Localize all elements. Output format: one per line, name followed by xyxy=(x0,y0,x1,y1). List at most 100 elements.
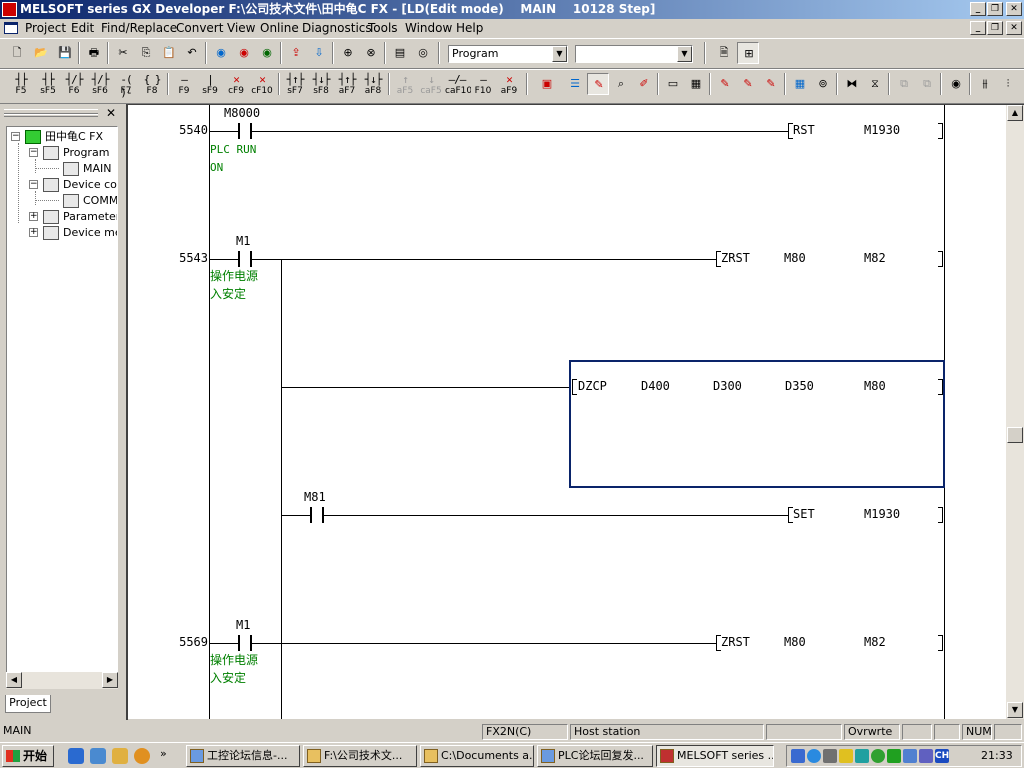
delete-row-button[interactable]: ⫶ xyxy=(997,73,1019,95)
menu-find-replace[interactable]: Find/Replace xyxy=(101,21,177,36)
delete-horizontal-line-button[interactable]: ✕ cF9 xyxy=(224,72,248,98)
menu-window[interactable]: Window xyxy=(405,21,452,36)
instruction-operand[interactable]: M82 xyxy=(864,635,886,649)
line-delete-button[interactable]: ✕ aF9 xyxy=(497,72,521,98)
project-tree-toggle-button[interactable]: ⊞ xyxy=(737,42,759,64)
media-player-icon[interactable] xyxy=(134,748,150,764)
instruction-operand[interactable]: M80 xyxy=(784,635,806,649)
device-search-button[interactable]: ◉ xyxy=(210,42,232,64)
chevron-right-icon[interactable]: » xyxy=(160,747,167,760)
ie-icon[interactable] xyxy=(68,748,84,764)
application-instruction-button[interactable]: { } F8 xyxy=(140,72,164,98)
device-batch-monitor-button[interactable]: ◎ xyxy=(412,42,434,64)
cut-button[interactable]: ✂ xyxy=(112,42,134,64)
vertical-line-button[interactable]: | sF9 xyxy=(198,72,222,98)
menu-view[interactable]: View xyxy=(227,21,255,36)
editor-vertical-scrollbar[interactable]: ▲ ▼ xyxy=(1006,105,1024,719)
operation-result-falling-button[interactable]: ↓ caF5 xyxy=(419,72,443,98)
print-button[interactable]: 🖶 xyxy=(83,42,105,64)
open-project-button[interactable]: 📂 xyxy=(30,42,52,64)
falling-pulse-branch-button[interactable]: ┤↓├ aF8 xyxy=(361,72,385,98)
open-contact[interactable] xyxy=(310,507,324,523)
fit-width-button[interactable]: ⧖ xyxy=(864,73,886,95)
tile-button[interactable]: ⧉ xyxy=(893,73,915,95)
comment-edit-button[interactable]: ✎ xyxy=(714,73,736,95)
open-contact[interactable] xyxy=(238,123,252,139)
menu-convert[interactable]: Convert xyxy=(176,21,223,36)
task-button-active[interactable]: MELSOFT series ... xyxy=(656,745,774,767)
rising-pulse-contact-button[interactable]: ┤↑├ sF7 xyxy=(283,72,307,98)
falling-pulse-contact-button[interactable]: ┤↓├ sF8 xyxy=(309,72,333,98)
cascade-button[interactable]: ⧉ xyxy=(916,73,938,95)
instruction-name[interactable]: ZRST xyxy=(721,635,750,649)
scroll-up-icon[interactable]: ▲ xyxy=(1007,105,1023,121)
undo-button[interactable]: ↶ xyxy=(181,42,203,64)
monitor-mode-button[interactable]: ⌕ xyxy=(610,73,632,95)
device-list-button[interactable]: ▦ xyxy=(789,73,811,95)
paste-button[interactable]: 📋 xyxy=(158,42,180,64)
start-button[interactable]: 开始 xyxy=(2,745,54,767)
menu-edit[interactable]: Edit xyxy=(71,21,94,36)
monitor-button[interactable]: ⊕ xyxy=(337,42,359,64)
ime-indicator[interactable]: CH xyxy=(935,749,949,763)
instruction-operand[interactable]: M1930 xyxy=(864,507,900,521)
minimize-icon[interactable]: _ xyxy=(970,2,986,16)
antivirus-icon[interactable] xyxy=(887,749,901,763)
security-icon[interactable] xyxy=(855,749,869,763)
messenger-icon[interactable] xyxy=(807,749,821,763)
operation-result-rising-button[interactable]: ↑ aF5 xyxy=(393,72,417,98)
scroll-left-icon[interactable]: ◀ xyxy=(6,672,22,688)
collapse-icon[interactable]: − xyxy=(29,148,38,157)
program-check-button[interactable]: ◉ xyxy=(945,73,967,95)
rising-pulse-branch-button[interactable]: ┤↑├ aF7 xyxy=(335,72,359,98)
invert-operation-button[interactable]: —/— caF10 xyxy=(445,72,472,98)
new-project-button[interactable]: 🗋 xyxy=(6,42,28,64)
expand-icon[interactable]: + xyxy=(29,228,38,237)
collapse-icon[interactable]: − xyxy=(11,132,20,141)
instruction-name[interactable]: SET xyxy=(793,507,815,521)
close-icon[interactable]: ✕ xyxy=(1006,2,1022,16)
instruction-operand[interactable]: M1930 xyxy=(864,123,900,137)
edit-cursor[interactable] xyxy=(569,360,945,488)
scroll-right-icon[interactable]: ▶ xyxy=(102,672,118,688)
open-contact[interactable] xyxy=(238,635,252,651)
menu-help[interactable]: Help xyxy=(456,21,483,36)
menu-project[interactable]: Project xyxy=(25,21,66,36)
connection-icon[interactable] xyxy=(919,749,933,763)
chevron-down-icon[interactable]: ▼ xyxy=(552,46,567,62)
tree-horizontal-scrollbar[interactable]: ◀ ▶ xyxy=(6,672,118,689)
volume-icon[interactable] xyxy=(839,749,853,763)
desktop-icon[interactable] xyxy=(112,748,128,764)
task-button[interactable]: 工控论坛信息-... xyxy=(186,745,300,767)
statement-display-button[interactable]: ▦ xyxy=(685,73,707,95)
instruction-name[interactable]: RST xyxy=(793,123,815,137)
melsoft-app-icon[interactable] xyxy=(2,2,17,17)
insert-row-button[interactable]: ⫵ xyxy=(974,73,996,95)
restore-icon[interactable]: ❐ xyxy=(987,2,1003,16)
scroll-thumb[interactable] xyxy=(1007,427,1023,443)
write-to-plc-button[interactable]: ⇪ xyxy=(285,42,307,64)
closed-contact-button[interactable]: ┤/├ F6 xyxy=(62,72,86,98)
data-type-select[interactable]: Program ▼ xyxy=(448,45,568,63)
panel-grip[interactable] xyxy=(4,114,98,117)
open-contact-button[interactable]: ┤├ F5 xyxy=(9,72,33,98)
read-mode-button[interactable]: ☰ xyxy=(564,73,586,95)
update-icon[interactable] xyxy=(871,749,885,763)
ladder-mode-button[interactable]: ▣ xyxy=(536,73,558,95)
line-draw-button[interactable]: — F10 xyxy=(471,72,495,98)
instruction-search-button[interactable]: ◉ xyxy=(233,42,255,64)
panel-close-icon[interactable]: ✕ xyxy=(104,106,118,120)
data-list-button[interactable]: 🗎 xyxy=(713,42,735,64)
copy-button[interactable]: ⎘ xyxy=(135,42,157,64)
task-button[interactable]: PLC论坛回复发... xyxy=(537,745,653,767)
data-name-select[interactable]: ▼ xyxy=(575,45,693,63)
horizontal-line-button[interactable]: — F9 xyxy=(172,72,196,98)
tool-icon[interactable] xyxy=(823,749,837,763)
scroll-down-icon[interactable]: ▼ xyxy=(1007,702,1023,718)
doc-close-icon[interactable]: ✕ xyxy=(1006,21,1022,35)
doc-minimize-icon[interactable]: _ xyxy=(970,21,986,35)
document-menu-icon[interactable] xyxy=(4,22,18,34)
outlook-icon[interactable] xyxy=(90,748,106,764)
instruction-operand[interactable]: M82 xyxy=(864,251,886,265)
statement-edit-button[interactable]: ✎ xyxy=(737,73,759,95)
